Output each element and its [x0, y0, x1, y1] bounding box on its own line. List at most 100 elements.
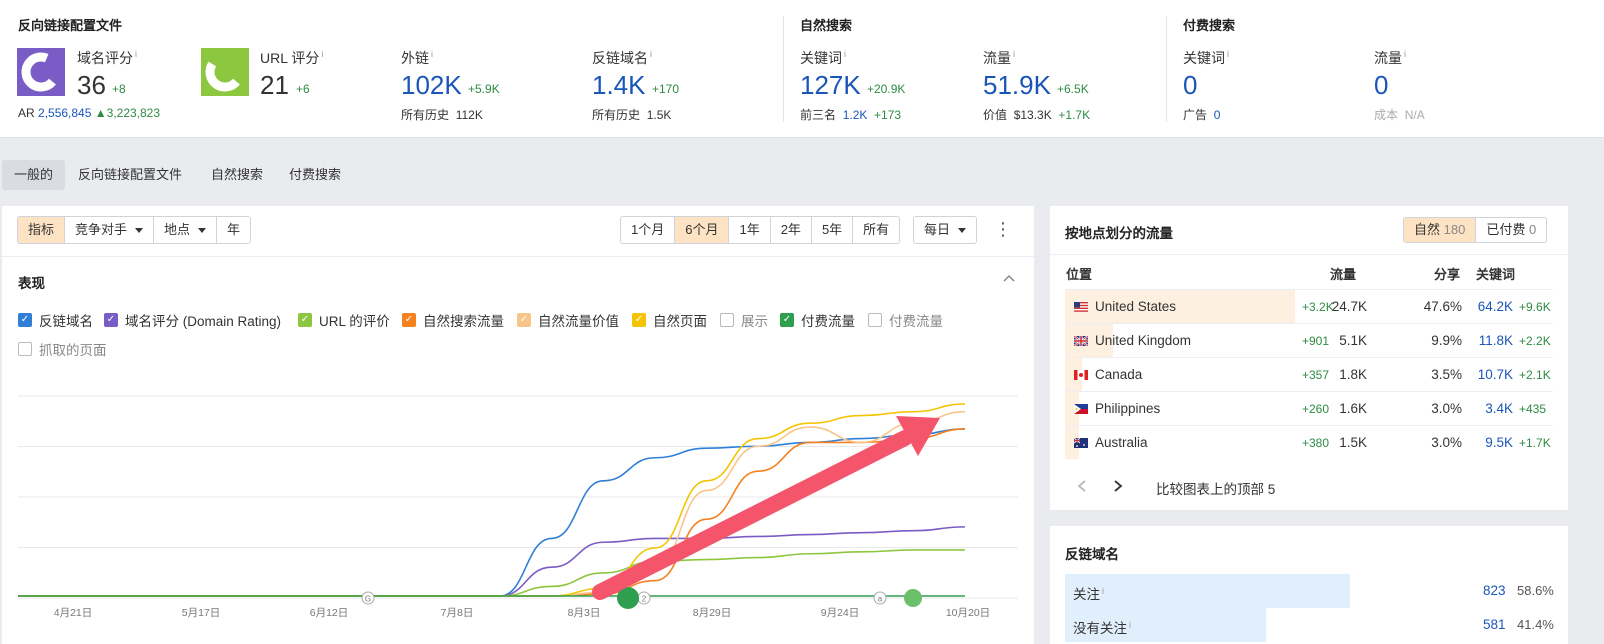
- competitors-dropdown[interactable]: 竞争对手: [65, 217, 155, 243]
- organic-search-title: 自然搜索: [800, 18, 853, 33]
- more-options-icon[interactable]: ⋮: [994, 219, 1012, 240]
- checkbox-checked-icon[interactable]: ✓: [402, 313, 416, 327]
- legend-label: 反链域名: [39, 314, 93, 329]
- checkbox-checked-icon[interactable]: ✓: [18, 313, 32, 327]
- organic-keywords-label: 关键词 i: [800, 49, 846, 66]
- dofollow-row[interactable]: 关注 i 823 58.6%: [1065, 574, 1554, 608]
- tab-general[interactable]: 一般的: [2, 160, 66, 190]
- checkbox-checked-icon[interactable]: ✓: [780, 313, 794, 327]
- backlinks-value[interactable]: 102K: [401, 70, 462, 101]
- event-dot: [904, 589, 922, 607]
- range-all-button[interactable]: 所有: [853, 217, 899, 243]
- performance-chart[interactable]: 4月21日 5月17日 6月12日 7月8日 8月3日 8月29日 9月24日 10月20日 G…: [0, 380, 1034, 644]
- col-share[interactable]: 分享: [1434, 264, 1460, 283]
- mode-year-button[interactable]: 年: [217, 217, 250, 243]
- country-name[interactable]: Australia: [1095, 435, 1148, 450]
- location-dropdown[interactable]: 地点: [154, 217, 218, 243]
- domain-rating-gauge-icon: [17, 48, 65, 96]
- legend-item[interactable]: ✓ 自然流量价值: [517, 310, 619, 330]
- overview-panel: 反向链接配置文件 自然搜索 付费搜索 域名评分 i 36 +8 AR 2,556,…: [0, 0, 1604, 138]
- chevron-down-icon: [198, 228, 207, 234]
- dr-value: 36: [77, 70, 106, 100]
- keywords-value[interactable]: 11.8K: [1479, 333, 1513, 348]
- top3-row: 前三名 1.2K +173: [800, 108, 902, 122]
- ur-value: 21: [260, 70, 289, 100]
- country-name[interactable]: Philippines: [1095, 401, 1160, 416]
- traffic-delta: +380: [1302, 436, 1330, 450]
- legend-item[interactable]: 抓取的页面: [18, 339, 107, 359]
- col-traffic[interactable]: 流量: [1330, 264, 1356, 283]
- x-tick-label: 9月24日: [821, 607, 860, 619]
- checkbox-checked-icon[interactable]: ✓: [517, 313, 531, 327]
- ref-domains-value[interactable]: 1.4K: [592, 70, 646, 101]
- interval-dropdown[interactable]: 每日: [913, 216, 978, 244]
- nofollow-row[interactable]: 没有关注 i 581 41.4%: [1065, 608, 1554, 642]
- x-tick-label: 8月29日: [693, 607, 732, 619]
- country-name[interactable]: United States: [1095, 299, 1176, 314]
- table-row[interactable]: Australia 1.5K +380 3.0% 9.5K +1.7K: [1065, 425, 1553, 459]
- paid-keywords-value[interactable]: 0: [1183, 70, 1197, 101]
- range-1m-button[interactable]: 1个月: [621, 217, 676, 243]
- legend-item[interactable]: ✓ 自然搜索流量: [402, 310, 504, 330]
- legend-item[interactable]: 付费流量: [868, 310, 943, 330]
- keywords-value[interactable]: 64.2K: [1478, 299, 1513, 314]
- compare-top5-link[interactable]: 比较图表上的顶部 5: [1156, 478, 1275, 498]
- checkbox-checked-icon[interactable]: ✓: [632, 313, 646, 327]
- range-1y-button[interactable]: 1年: [729, 217, 771, 243]
- series-line: [17, 428, 966, 597]
- legend-item[interactable]: ✓ 域名评分 (Domain Rating): [104, 310, 281, 330]
- collapse-chevron-up-icon[interactable]: [1002, 273, 1016, 283]
- dofollow-count[interactable]: 823: [1483, 583, 1506, 598]
- range-5y-button[interactable]: 5年: [812, 217, 854, 243]
- x-tick-label: 8月3日: [568, 607, 601, 619]
- keywords-value[interactable]: 9.5K: [1485, 435, 1513, 450]
- table-row[interactable]: United States 24.7K +3.2K 47.6% 64.2K +9.6K: [1065, 289, 1553, 323]
- table-row[interactable]: Canada 1.8K +357 3.5% 10.7K +2.1K: [1065, 357, 1553, 391]
- table-row[interactable]: Philippines 1.6K +260 3.0% 3.4K +435: [1065, 391, 1553, 425]
- checkbox-checked-icon[interactable]: ✓: [104, 313, 118, 327]
- legend-item[interactable]: ✓ 付费流量: [780, 310, 855, 330]
- divider: [783, 16, 784, 122]
- range-6m-button[interactable]: 6个月: [675, 217, 730, 243]
- checkbox-empty-icon[interactable]: [18, 342, 32, 356]
- range-2y-button[interactable]: 2年: [771, 217, 812, 243]
- col-keywords[interactable]: 关键词: [1476, 264, 1515, 283]
- keywords-value[interactable]: 3.4K: [1485, 401, 1513, 416]
- prev-page-chevron-icon[interactable]: [1076, 479, 1088, 493]
- legend-item[interactable]: ✓ URL 的评价: [298, 310, 390, 330]
- checkbox-empty-icon[interactable]: [720, 313, 734, 327]
- organic-traffic-value[interactable]: 51.9K: [983, 70, 1051, 101]
- share-value: 3.0%: [1431, 435, 1462, 450]
- x-tick-label: 10月20日: [946, 607, 990, 619]
- legend-item[interactable]: ✓ 自然页面: [632, 310, 707, 330]
- flag-icon: [1074, 438, 1088, 448]
- dr-delta: +8: [112, 82, 126, 96]
- paid-traffic-value[interactable]: 0: [1374, 70, 1388, 101]
- dofollow-pct: 58.6%: [1517, 583, 1554, 598]
- cost-row: 成本 N/A: [1374, 108, 1425, 122]
- legend-label: 自然流量价值: [538, 314, 619, 329]
- checkbox-checked-icon[interactable]: ✓: [298, 313, 312, 327]
- country-name[interactable]: Canada: [1095, 367, 1142, 382]
- legend-item[interactable]: ✓ 反链域名: [18, 310, 93, 330]
- ar-value[interactable]: 2,556,845: [38, 106, 91, 120]
- checkbox-empty-icon[interactable]: [868, 313, 882, 327]
- nofollow-count[interactable]: 581: [1483, 617, 1506, 632]
- dofollow-bar: [1065, 574, 1350, 608]
- annotation-arrow-shaft: [592, 430, 913, 600]
- tab-paid-search[interactable]: 付费搜索: [277, 160, 353, 190]
- legend-label: 域名评分 (Domain Rating): [125, 314, 282, 329]
- organic-toggle-button[interactable]: 自然 180: [1404, 218, 1477, 242]
- keywords-value[interactable]: 10.7K: [1478, 367, 1513, 382]
- mode-metrics-button[interactable]: 指标: [18, 217, 66, 243]
- keywords-delta: +2.1K: [1519, 368, 1551, 382]
- tab-backlink-profile[interactable]: 反向链接配置文件: [66, 160, 194, 190]
- paid-toggle-button[interactable]: 已付费 0: [1476, 218, 1546, 242]
- legend-item[interactable]: 展示: [720, 310, 768, 330]
- col-location[interactable]: 位置: [1066, 264, 1092, 283]
- tab-organic-search[interactable]: 自然搜索: [199, 160, 275, 190]
- organic-keywords-value[interactable]: 127K: [800, 70, 861, 101]
- table-row[interactable]: United Kingdom 5.1K +901 9.9% 11.8K +2.2K: [1065, 323, 1553, 357]
- next-page-chevron-icon[interactable]: [1112, 479, 1124, 493]
- country-name[interactable]: United Kingdom: [1095, 333, 1191, 348]
